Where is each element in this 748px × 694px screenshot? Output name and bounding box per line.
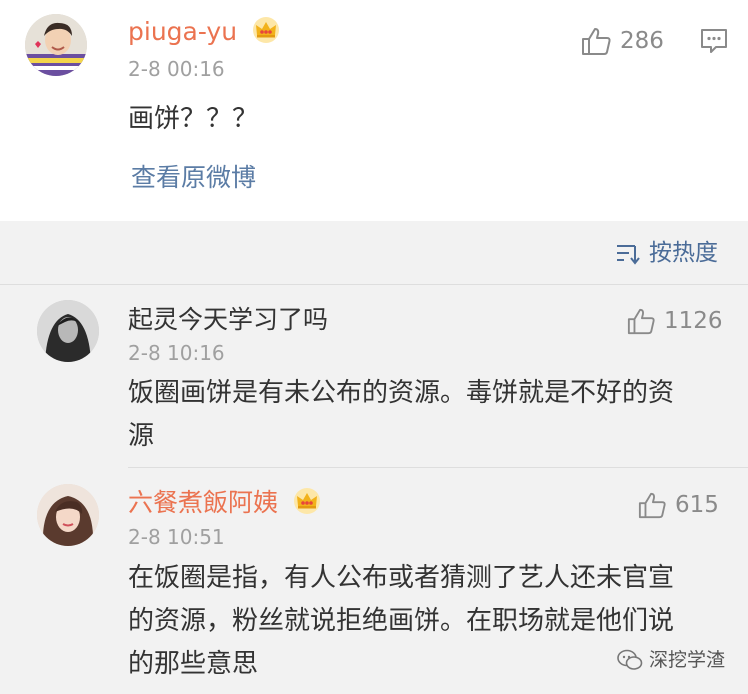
post-like-button[interactable]: 286 [580,26,664,56]
divider [0,284,748,285]
avatar-image [37,300,99,362]
user-avatar[interactable] [25,14,87,76]
sort-by-hot-button[interactable]: 按热度 [615,239,718,267]
view-original-link[interactable]: 查看原微博 [131,163,256,193]
sort-icon [617,245,640,265]
thumbs-up-icon [582,28,611,55]
sort-label: 按热度 [649,240,718,266]
comment-avatar[interactable] [37,300,99,362]
post-username-text[interactable]: piuga-yu [128,17,237,46]
divider [128,467,748,468]
comment-time: 2-8 10:16 [128,341,225,365]
avatar-image [25,14,87,76]
comment-username[interactable]: 起灵今天学习了吗 [128,305,328,335]
comment-icon[interactable] [699,27,729,55]
comment-text: 在饭圈是指，有人公布或者猜测了艺人还未官宣的资源，粉丝就说拒绝画饼。在职场就是他… [128,563,675,679]
post-username[interactable]: piuga-yu [128,16,281,47]
watermark-label: 深挖学渣 [649,649,726,671]
wechat-icon [617,649,643,670]
vip-crown-icon [293,488,320,514]
post-time: 2-8 00:16 [128,57,225,81]
post-card: piuga-yu 2-8 00:16 286 画饼？？？ 查看原微博 [0,0,748,221]
comment-like-count: 1126 [664,308,723,334]
comment-like-count: 615 [675,492,719,518]
comment-avatar[interactable] [37,484,99,546]
thumbs-up-icon [627,308,655,335]
post-like-count: 286 [620,28,664,54]
post-text: 画饼？？？ [128,104,259,134]
comment-like-button[interactable]: 1126 [626,307,723,335]
comment-time: 2-8 10:51 [128,525,225,549]
comment-username-vip[interactable]: 六餐煮飯阿姨 [128,487,322,518]
comment-like-button[interactable]: 615 [637,491,719,519]
watermark: 深挖学渣 [617,648,725,672]
thumbs-up-icon [638,492,666,519]
comment-text: 饭圈画饼是有未公布的资源。毒饼就是不好的资源 [128,378,675,451]
vip-crown-icon [253,17,280,43]
comment-username-text[interactable]: 六餐煮飯阿姨 [128,488,278,517]
avatar-image [37,484,99,546]
